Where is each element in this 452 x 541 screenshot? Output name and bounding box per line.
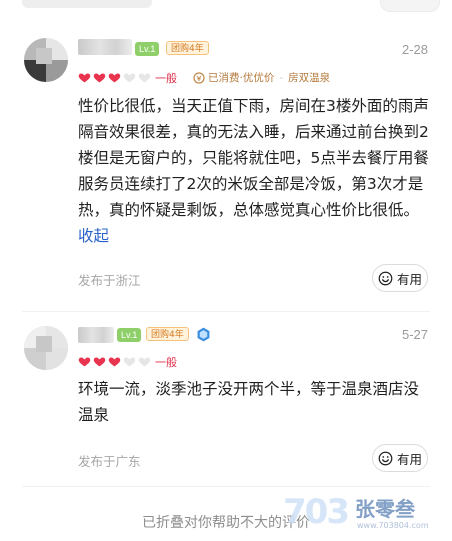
post-location: 发布于浙江	[78, 273, 141, 288]
rating-label: 一般	[155, 72, 177, 85]
heart-icon	[78, 73, 91, 83]
post-location: 发布于广东	[78, 454, 141, 469]
watermark-digits: 703	[283, 492, 350, 532]
heart-icon	[108, 357, 121, 367]
collapse-link[interactable]: 收起	[78, 227, 109, 245]
heart-icon	[138, 357, 151, 367]
room-type: 房双温泉	[288, 72, 331, 84]
review-body: 环境一流，淡季池子没开两个半，等于温泉酒店没温泉	[78, 380, 420, 424]
section-divider	[22, 486, 430, 487]
heart-icon	[93, 73, 106, 83]
watermark: 703 张零叁 www.703804.com	[283, 492, 443, 536]
heart-icon	[123, 73, 136, 83]
consume-separator: -	[279, 71, 284, 84]
user-name-blurred[interactable]	[78, 327, 114, 343]
review-card: Lv.1 团购4年 2-28 一般 已消费·优优价 - 房双温泉 性价比很低，当…	[0, 24, 452, 312]
level-badge: Lv.1	[117, 328, 142, 342]
smile-icon	[378, 451, 393, 465]
heart-icon	[123, 357, 136, 367]
useful-button[interactable]: 有用	[372, 444, 428, 472]
watermark-brand: 张零叁	[355, 497, 415, 521]
heart-icon	[108, 73, 121, 83]
heart-icon	[93, 357, 106, 367]
previous-card-edge	[22, 0, 152, 8]
review-body: 性价比很低，当天正值下雨，房间在3楼外面的雨声隔音效果很差，真的无法入睡，后来通…	[78, 97, 429, 219]
review-card: Lv.1 团购4年 5-27 一般 环境一流，淡季池子没开两个半，等于温泉酒店没…	[0, 312, 452, 484]
useful-button[interactable]: 有用	[372, 264, 428, 292]
previous-button-edge	[380, 0, 440, 12]
avatar[interactable]	[24, 38, 68, 82]
avatar[interactable]	[24, 326, 68, 370]
consume-text: 已消费·优优价	[208, 72, 275, 84]
level-badge: Lv.1	[135, 42, 160, 56]
rating-hearts	[78, 71, 151, 84]
watermark-url: www.703804.com	[357, 521, 429, 530]
coin-icon	[193, 71, 205, 84]
tenure-badge: 团购4年	[146, 327, 189, 341]
review-date: 2-28	[401, 42, 428, 57]
review-date: 5-27	[401, 327, 428, 342]
review-text: 环境一流，淡季池子没开两个半，等于温泉酒店没温泉	[78, 376, 430, 428]
rating-label: 一般	[155, 356, 177, 369]
consume-info: 已消费·优优价 - 房双温泉	[193, 70, 330, 85]
vip-badge-icon	[197, 327, 210, 342]
review-text: 性价比很低，当天正值下雨，房间在3楼外面的雨声隔音效果很差，真的无法入睡，后来通…	[78, 93, 430, 249]
top-strip	[0, 0, 452, 18]
useful-label: 有用	[396, 451, 422, 467]
tenure-badge: 团购4年	[166, 41, 209, 55]
useful-label: 有用	[396, 271, 422, 287]
smile-icon	[378, 271, 393, 285]
heart-icon	[138, 73, 151, 83]
user-name-blurred[interactable]	[78, 39, 132, 55]
heart-icon	[78, 357, 91, 367]
rating-hearts	[78, 355, 151, 368]
